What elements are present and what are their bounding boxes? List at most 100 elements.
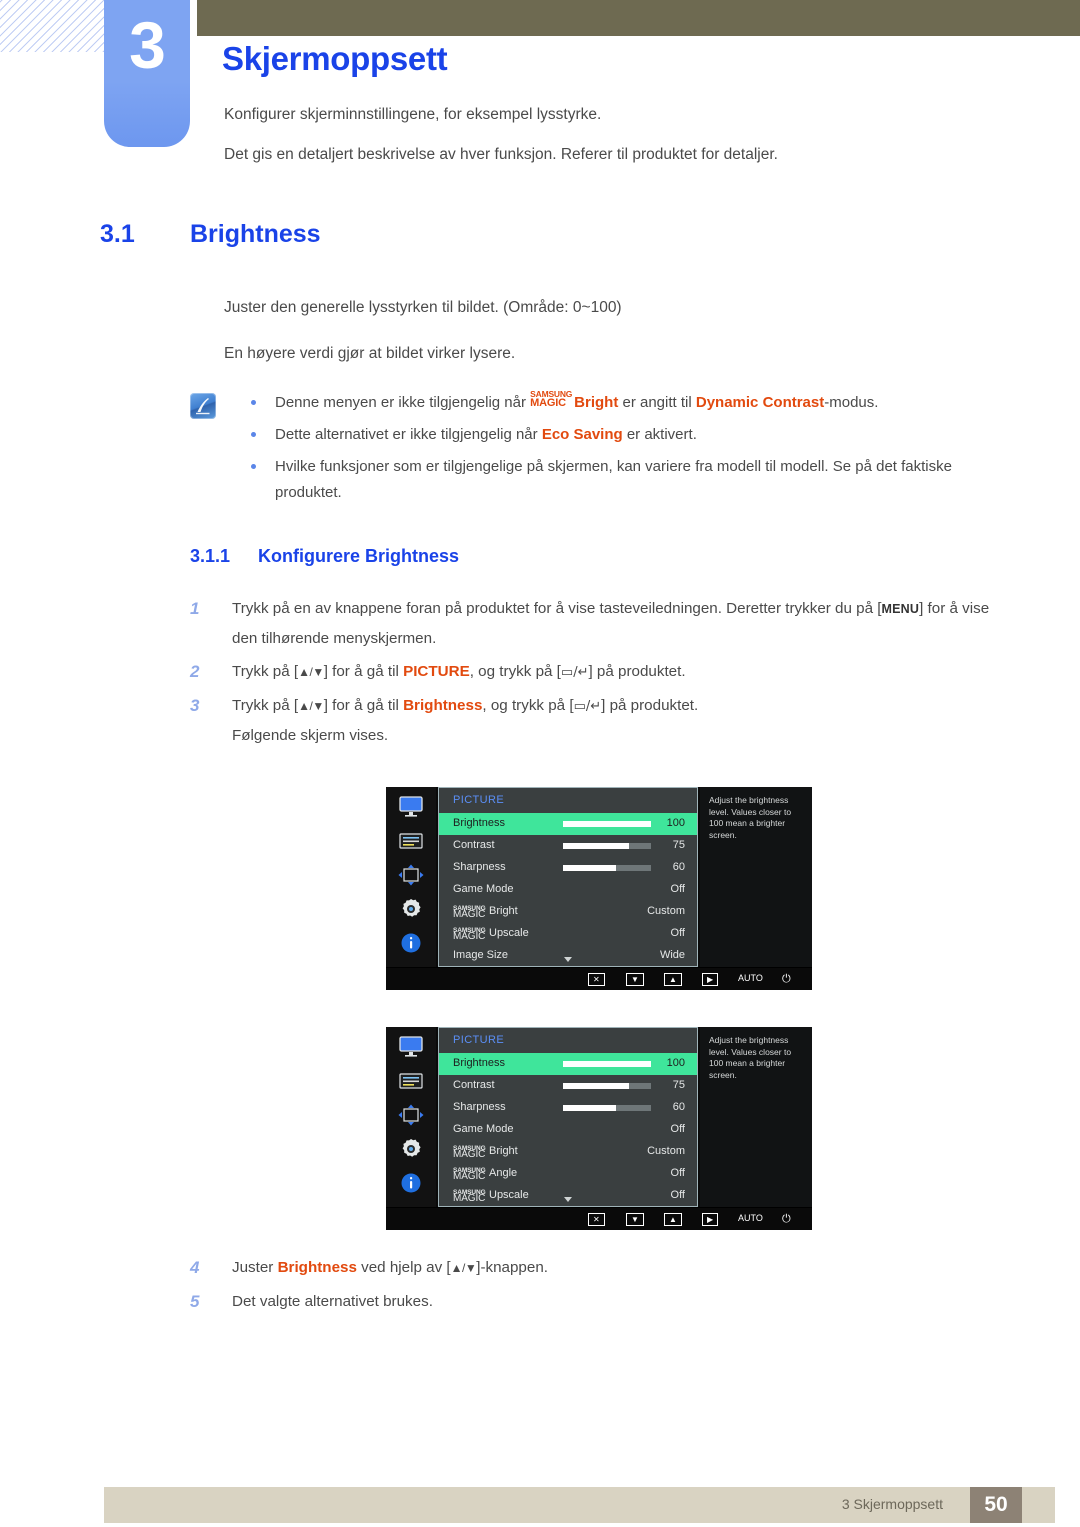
up-arrow-icon[interactable]: ▲ bbox=[664, 1213, 682, 1226]
osd-2-row-magicupscale-value: Off bbox=[670, 1189, 685, 1201]
osd-1-help-text: Adjust the brightness level. Values clos… bbox=[709, 795, 792, 840]
subsection-title: Konfigurere Brightness bbox=[258, 546, 460, 566]
osd-2-row-magicbright-value: Custom bbox=[647, 1145, 685, 1157]
osd-2-contrast-slider[interactable] bbox=[563, 1083, 651, 1089]
note-bullet-list: Denne menyen er ikke tilgjengelig når SA… bbox=[245, 389, 985, 512]
chapter-title: Skjermoppsett bbox=[222, 40, 448, 77]
move-arrows-icon bbox=[397, 863, 425, 887]
osd-2-help-panel: Adjust the brightness level. Values clos… bbox=[700, 1027, 812, 1207]
osd-2-row-magicangle-value: Off bbox=[670, 1167, 685, 1179]
osd-1-row-brightness-value: 100 bbox=[666, 817, 685, 829]
chapter-number-badge: 3 bbox=[104, 0, 190, 147]
note-bullet-3-text: Hvilke funksjoner som er tilgjengelige p… bbox=[275, 458, 952, 501]
step-4-number: 4 bbox=[190, 1258, 200, 1277]
chapter-number: 3 bbox=[129, 8, 166, 82]
osd-2-row-contrast[interactable]: Contrast 75 bbox=[439, 1075, 697, 1097]
osd-2-icon-rail bbox=[386, 1027, 436, 1207]
osd-2-brightness-slider[interactable] bbox=[563, 1061, 651, 1067]
header-olive-bar bbox=[197, 0, 1080, 36]
procedure-step-list: 1 Trykk på en av knappene foran på produ… bbox=[190, 594, 990, 754]
step-3-post: ] på produktet. bbox=[601, 697, 699, 714]
osd-2-sharpness-slider[interactable] bbox=[563, 1105, 651, 1111]
note-bullet-1: Denne menyen er ikke tilgjengelig når SA… bbox=[245, 389, 985, 416]
samsung-magic-logo: SAMSUNG MAGIC bbox=[453, 1167, 489, 1182]
osd-2-row-game-mode-value: Off bbox=[670, 1123, 685, 1135]
osd-1-row-game-mode-value: Off bbox=[670, 883, 685, 895]
osd-1-row-brightness-label: Brightness bbox=[453, 817, 505, 829]
osd-2-key-guide: ✕ ▼ ▲ ▶ AUTO ⏻ bbox=[386, 1207, 812, 1230]
osd-1-magicbright-suffix: Bright bbox=[489, 905, 518, 917]
step-5-number: 5 bbox=[190, 1292, 200, 1311]
osd-1-row-magicbright-value: Custom bbox=[647, 905, 685, 917]
step-4: 4 Juster Brightness ved hjelp av [▲/▼]-k… bbox=[190, 1253, 990, 1283]
step-2-pre: Trykk på [ bbox=[232, 663, 299, 680]
page-number: 50 bbox=[984, 1493, 1008, 1516]
step-5: 5 Det valgte alternativet brukes. bbox=[190, 1287, 990, 1316]
osd-1-row-contrast[interactable]: Contrast 75 bbox=[439, 835, 697, 857]
osd-1-row-brightness[interactable]: Brightness 100 bbox=[439, 813, 697, 835]
move-arrows-icon bbox=[397, 1103, 425, 1127]
osd-2-row-sharpness[interactable]: Sharpness 60 bbox=[439, 1097, 697, 1119]
osd-1-row-magicupscale-value: Off bbox=[670, 927, 685, 939]
osd-2-body: PICTURE Brightness 100 Contrast 75 Sharp… bbox=[386, 1027, 812, 1207]
osd-1-brightness-slider[interactable] bbox=[563, 821, 651, 827]
step-3: 3 Trykk på [▲/▼] for å gå til Brightness… bbox=[190, 691, 990, 750]
osd-2-row-contrast-label: Contrast bbox=[453, 1079, 495, 1091]
osd-2-help-text: Adjust the brightness level. Values clos… bbox=[709, 1035, 792, 1080]
osd-2-magicbright-suffix: Bright bbox=[489, 1145, 518, 1157]
step-3-pre: Trykk på [ bbox=[232, 697, 299, 714]
down-arrow-icon[interactable]: ▼ bbox=[626, 1213, 644, 1226]
note-bullet-1-magic-suffix: Bright bbox=[574, 394, 619, 411]
step-4-highlight: Brightness bbox=[277, 1259, 357, 1276]
note-bullet-1-mid: er angitt til bbox=[618, 394, 696, 411]
step-3-highlight: Brightness bbox=[403, 697, 483, 714]
samsung-magic-logo: SAMSUNG MAGIC bbox=[453, 927, 489, 942]
osd-2-row-brightness[interactable]: Brightness 100 bbox=[439, 1053, 697, 1075]
close-icon[interactable]: ✕ bbox=[588, 1213, 605, 1226]
right-arrow-icon[interactable]: ▶ bbox=[702, 1213, 719, 1226]
auto-button[interactable]: AUTO bbox=[738, 973, 763, 983]
enter-key-icon: ▭/↵ bbox=[573, 699, 602, 714]
up-down-arrow-keys-icon: ▲/▼ bbox=[298, 665, 324, 679]
osd-screenshot-2: PICTURE Brightness 100 Contrast 75 Sharp… bbox=[386, 1027, 812, 1230]
bullet-dot bbox=[251, 464, 256, 469]
up-arrow-icon[interactable]: ▲ bbox=[664, 973, 682, 986]
osd-1-row-contrast-label: Contrast bbox=[453, 839, 495, 851]
osd-2-row-sharpness-value: 60 bbox=[672, 1101, 685, 1113]
decorative-hatch-pattern bbox=[0, 0, 112, 52]
note-bullet-1-post: -modus. bbox=[824, 394, 879, 411]
footer-chapter-label: 3 Skjermoppsett bbox=[841, 1496, 943, 1512]
auto-button[interactable]: AUTO bbox=[738, 1213, 763, 1223]
step-5-text: Det valgte alternativet brukes. bbox=[232, 1293, 433, 1310]
power-icon[interactable]: ⏻ bbox=[782, 973, 791, 986]
right-arrow-icon[interactable]: ▶ bbox=[702, 973, 719, 986]
osd-1-row-sharpness-label: Sharpness bbox=[453, 861, 506, 873]
osd-2-magicupscale-suffix: Upscale bbox=[489, 1189, 529, 1201]
osd-1-contrast-slider[interactable] bbox=[563, 843, 651, 849]
section-paragraph-2: En høyere verdi gjør at bildet virker ly… bbox=[224, 345, 516, 362]
scroll-down-caret-icon[interactable] bbox=[564, 1197, 572, 1202]
scroll-down-caret-icon[interactable] bbox=[564, 957, 572, 962]
osd-1-row-image-size-value: Wide bbox=[659, 949, 685, 961]
osd-2-row-magicupscale[interactable]: SAMSUNG MAGIC Upscale Off bbox=[439, 1185, 697, 1207]
osd-1-row-magicupscale[interactable]: SAMSUNG MAGIC Upscale Off bbox=[439, 923, 697, 945]
gear-icon bbox=[397, 897, 425, 921]
osd-1-row-image-size[interactable]: Image Size Wide bbox=[439, 945, 697, 967]
step-2-post: ] på produktet. bbox=[588, 663, 686, 680]
close-icon[interactable]: ✕ bbox=[588, 973, 605, 986]
magic-bottom-text: MAGIC bbox=[530, 397, 566, 409]
down-arrow-icon[interactable]: ▼ bbox=[626, 973, 644, 986]
osd-1-menu-panel: PICTURE Brightness 100 Contrast 75 Sharp… bbox=[438, 787, 698, 967]
step-3-mid2: , og trykk på [ bbox=[482, 697, 574, 714]
osd-1-icon-rail bbox=[386, 787, 436, 967]
osd-2-row-brightness-label: Brightness bbox=[453, 1057, 505, 1069]
osd-1-row-sharpness[interactable]: Sharpness 60 bbox=[439, 857, 697, 879]
osd-1-row-magicupscale-label: SAMSUNG MAGIC Upscale bbox=[453, 923, 529, 945]
osd-2-row-magicupscale-label: SAMSUNG MAGIC Upscale bbox=[453, 1185, 529, 1207]
step-2-number: 2 bbox=[190, 662, 200, 681]
osd-1-sharpness-slider[interactable] bbox=[563, 865, 651, 871]
osd-1-help-panel: Adjust the brightness level. Values clos… bbox=[700, 787, 812, 967]
step-1-pre: Trykk på en av knappene foran på produkt… bbox=[232, 600, 882, 617]
power-icon[interactable]: ⏻ bbox=[782, 1213, 791, 1226]
osd-1-magicupscale-suffix: Upscale bbox=[489, 927, 529, 939]
